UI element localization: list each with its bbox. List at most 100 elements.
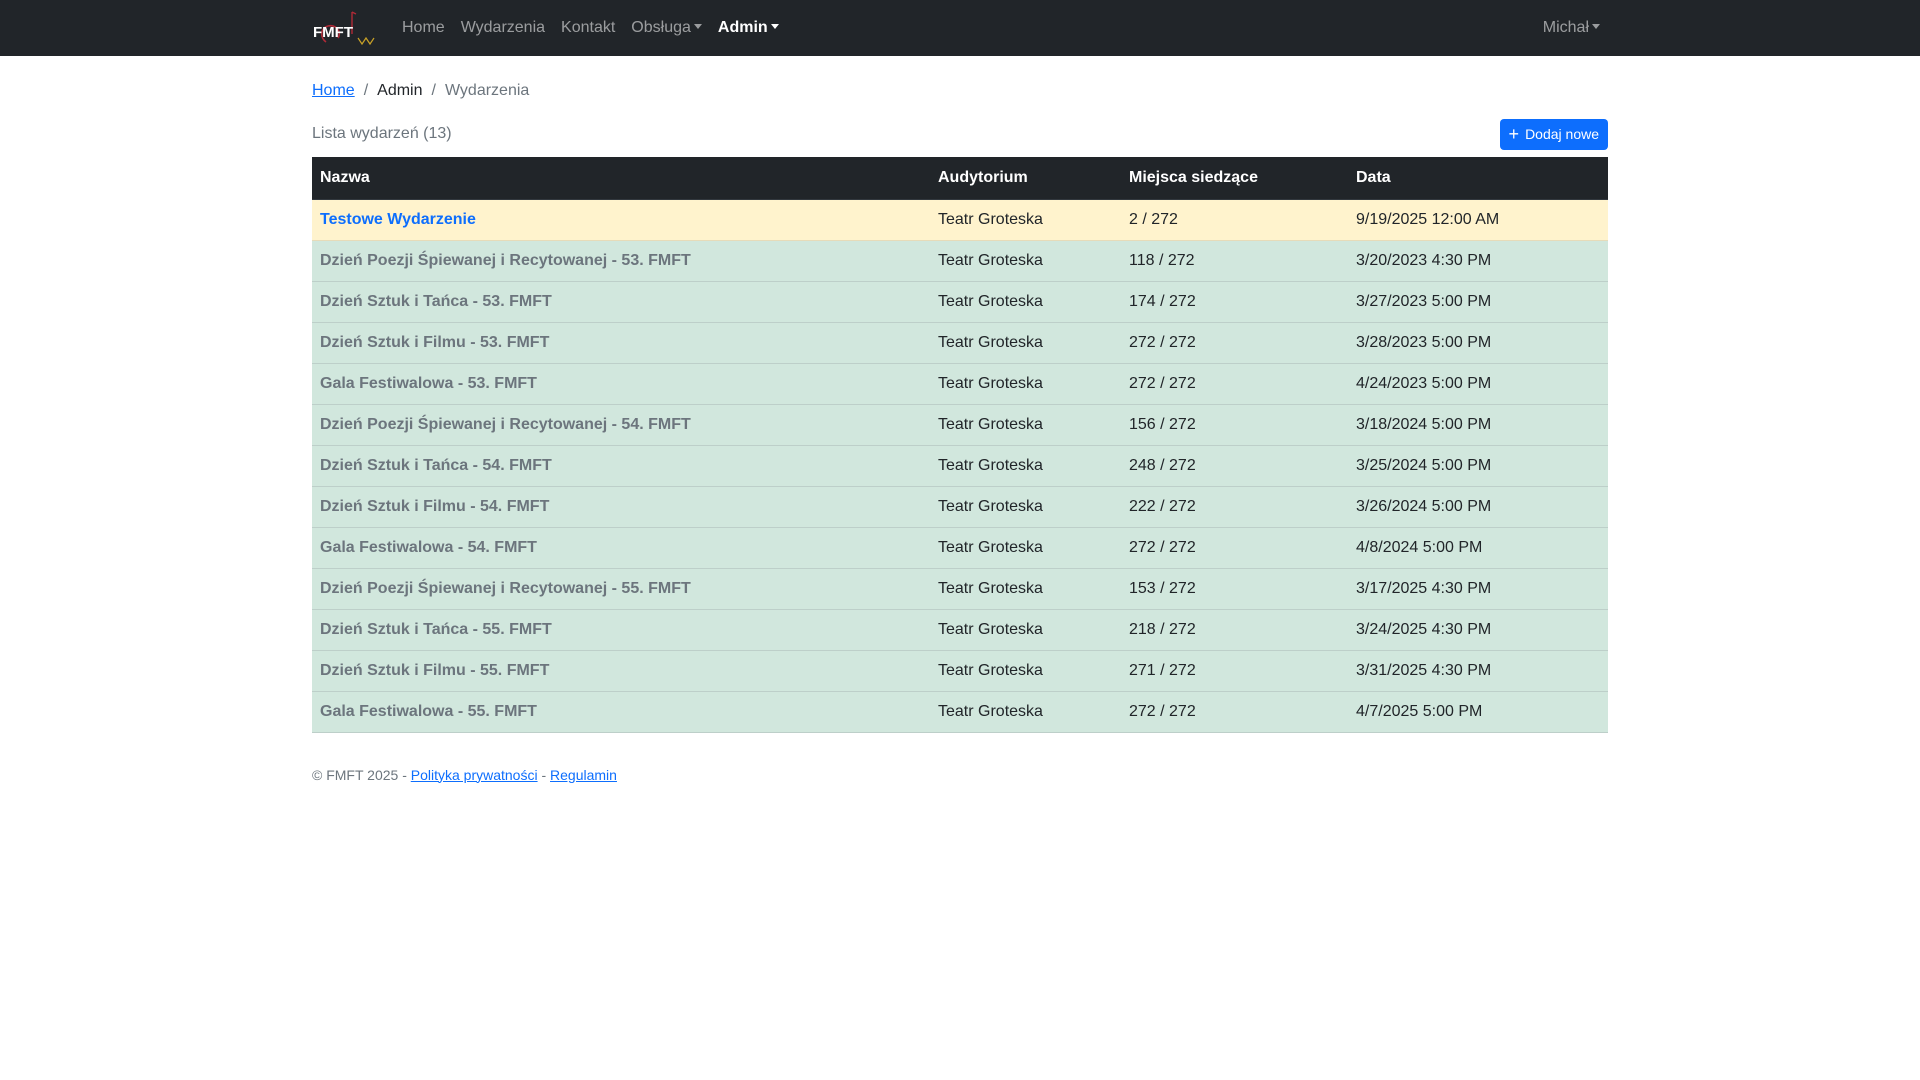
footer-copyright: © FMFT 2025 - <box>312 766 407 783</box>
auditorium-cell: Teatr Groteska <box>930 445 1121 487</box>
auditorium-cell: Teatr Groteska <box>930 568 1121 610</box>
breadcrumb-separator: / <box>431 82 436 99</box>
table-header-row: Nazwa Audytorium Miejsca siedzące Data <box>312 157 1608 200</box>
seats-cell: 118 / 272 <box>1121 240 1348 282</box>
caret-down-icon <box>770 24 779 29</box>
privacy-policy-link[interactable]: Polityka prywatności <box>411 767 538 783</box>
seats-cell: 156 / 272 <box>1121 404 1348 446</box>
table-row: Gala Festiwalowa - 54. FMFT Teatr Grotesk… <box>312 527 1608 569</box>
event-name-link[interactable]: Gala Festiwalowa - 54. FMFT <box>320 539 537 556</box>
nav-home[interactable]: Home <box>402 0 453 56</box>
date-cell: 4/7/2025 5:00 PM <box>1348 691 1608 733</box>
table-row: Dzień Poezji Śpiewanej i Recytowanej - 5… <box>312 404 1608 446</box>
auditorium-cell: Teatr Groteska <box>930 650 1121 692</box>
add-new-label: Dodaj nowe <box>1525 126 1599 142</box>
nav-wydarzenia[interactable]: Wydarzenia <box>453 0 553 56</box>
auditorium-cell: Teatr Groteska <box>930 527 1121 569</box>
date-cell: 3/20/2023 4:30 PM <box>1348 240 1608 282</box>
event-name-link[interactable]: Dzień Poezji Śpiewanej i Recytowanej - 5… <box>320 416 691 433</box>
top-navbar: FMFT Home Wydarzenia Kontakt Obsługa Adm… <box>0 0 1920 56</box>
column-header-data: Data <box>1348 157 1608 200</box>
user-menu-dropdown[interactable]: Michał <box>1543 19 1608 37</box>
date-cell: 3/17/2025 4:30 PM <box>1348 568 1608 610</box>
date-cell: 3/18/2024 5:00 PM <box>1348 404 1608 446</box>
user-name: Michał <box>1542 19 1589 36</box>
event-name-link[interactable]: Gala Festiwalowa - 53. FMFT <box>320 375 537 392</box>
table-row: Dzień Sztuk i Filmu - 55. FMFT Teatr Grot… <box>312 650 1608 692</box>
caret-down-icon <box>1592 24 1600 29</box>
date-cell: 3/31/2025 4:30 PM <box>1348 650 1608 692</box>
auditorium-cell: Teatr Groteska <box>930 609 1121 651</box>
auditorium-cell: Teatr Groteska <box>930 322 1121 364</box>
breadcrumb: Home / Admin / Wydarzenia <box>312 76 1608 106</box>
event-name-link[interactable]: Dzień Sztuk i Filmu - 55. FMFT <box>320 662 549 679</box>
terms-link[interactable]: Regulamin <box>550 767 617 783</box>
event-name-link[interactable]: Dzień Sztuk i Tańca - 55. FMFT <box>320 621 552 638</box>
event-name-link[interactable]: Dzień Sztuk i Filmu - 53. FMFT <box>320 334 549 351</box>
column-header-nazwa: Nazwa <box>312 157 930 200</box>
event-name-cell: Gala Festiwalowa - 53. FMFT <box>312 363 930 405</box>
table-body: Testowe Wydarzenie Teatr Groteska 2 / 272 9… <box>312 199 1608 733</box>
seats-cell: 218 / 272 <box>1121 609 1348 651</box>
event-name-cell: Dzień Sztuk i Filmu - 55. FMFT <box>312 650 930 692</box>
seats-cell: 222 / 272 <box>1121 486 1348 528</box>
event-name-cell: Dzień Sztuk i Filmu - 54. FMFT <box>312 486 930 528</box>
seats-cell: 271 / 272 <box>1121 650 1348 692</box>
event-name-link[interactable]: Dzień Poezji Śpiewanej i Recytowanej - 5… <box>320 252 691 269</box>
nav-obsluga-dropdown[interactable]: Obsługa <box>623 0 710 56</box>
event-name-cell: Testowe Wydarzenie <box>312 199 930 241</box>
nav-admin-label: Admin <box>717 19 768 36</box>
auditorium-cell: Teatr Groteska <box>930 281 1121 323</box>
date-cell: 4/8/2024 5:00 PM <box>1348 527 1608 569</box>
event-name-cell: Dzień Sztuk i Tańca - 55. FMFT <box>312 609 930 651</box>
table-row: Gala Festiwalowa - 53. FMFT Teatr Grotesk… <box>312 363 1608 405</box>
column-header-miejsca: Miejsca siedzące <box>1121 157 1348 200</box>
date-cell: 3/24/2025 4:30 PM <box>1348 609 1608 651</box>
main-content: Home / Admin / Wydarzenia Lista wydarzeń… <box>312 76 1608 783</box>
seats-cell: 272 / 272 <box>1121 691 1348 733</box>
event-name-cell: Dzień Sztuk i Tańca - 53. FMFT <box>312 281 930 323</box>
brand-logo[interactable]: FMFT <box>312 8 378 48</box>
event-name-cell: Dzień Poezji Śpiewanej i Recytowanej - 5… <box>312 240 930 282</box>
add-new-button[interactable]: + Dodaj nowe <box>1499 118 1608 150</box>
table-header: Nazwa Audytorium Miejsca siedzące Data <box>312 157 1608 200</box>
auditorium-cell: Teatr Groteska <box>930 199 1121 241</box>
date-cell: 4/24/2023 5:00 PM <box>1348 363 1608 405</box>
table-row: Testowe Wydarzenie Teatr Groteska 2 / 272 9… <box>312 199 1608 241</box>
caret-down-icon <box>693 24 702 29</box>
date-cell: 3/27/2023 5:00 PM <box>1348 281 1608 323</box>
event-name-cell: Dzień Poezji Śpiewanej i Recytowanej - 5… <box>312 404 930 446</box>
nav-obsluga-label: Obsługa <box>631 19 691 36</box>
auditorium-cell: Teatr Groteska <box>930 486 1121 528</box>
event-name-cell: Gala Festiwalowa - 54. FMFT <box>312 527 930 569</box>
event-name-link[interactable]: Dzień Sztuk i Tańca - 54. FMFT <box>320 457 552 474</box>
event-name-cell: Gala Festiwalowa - 55. FMFT <box>312 691 930 733</box>
event-name-cell: Dzień Poezji Śpiewanej i Recytowanej - 5… <box>312 568 930 610</box>
nav-admin-dropdown[interactable]: Admin <box>710 0 787 56</box>
event-name-link[interactable]: Dzień Sztuk i Filmu - 54. FMFT <box>320 498 549 515</box>
table-row: Dzień Poezji Śpiewanej i Recytowanej - 5… <box>312 568 1608 610</box>
event-name-cell: Dzień Sztuk i Filmu - 53. FMFT <box>312 322 930 364</box>
logo-text: FMFT <box>313 24 353 41</box>
event-name-link[interactable]: Gala Festiwalowa - 55. FMFT <box>320 703 537 720</box>
date-cell: 9/19/2025 12:00 AM <box>1348 199 1608 241</box>
table-row: Dzień Sztuk i Filmu - 54. FMFT Teatr Grot… <box>312 486 1608 528</box>
nav-kontakt[interactable]: Kontakt <box>553 0 623 56</box>
breadcrumb-separator: / <box>363 82 369 99</box>
event-name-link[interactable]: Testowe Wydarzenie <box>320 211 476 228</box>
event-name-link[interactable]: Dzień Poezji Śpiewanej i Recytowanej - 5… <box>320 580 691 597</box>
seats-cell: 153 / 272 <box>1121 568 1348 610</box>
list-title: Lista wydarzeń (13) <box>312 125 452 142</box>
auditorium-cell: Teatr Groteska <box>930 240 1121 282</box>
event-name-link[interactable]: Dzień Sztuk i Tańca - 53. FMFT <box>320 293 552 310</box>
date-cell: 3/28/2023 5:00 PM <box>1348 322 1608 364</box>
list-header: Lista wydarzeń (13) + Dodaj nowe <box>312 118 1608 150</box>
table-row: Dzień Poezji Śpiewanej i Recytowanej - 5… <box>312 240 1608 282</box>
table-row: Gala Festiwalowa - 55. FMFT Teatr Grotesk… <box>312 691 1608 733</box>
seats-cell: 248 / 272 <box>1121 445 1348 487</box>
plus-icon: + <box>1508 124 1520 144</box>
seats-cell: 272 / 272 <box>1121 363 1348 405</box>
column-header-audytorium: Audytorium <box>930 157 1121 200</box>
seats-cell: 272 / 272 <box>1121 322 1348 364</box>
breadcrumb-home-link[interactable]: Home <box>312 82 355 100</box>
